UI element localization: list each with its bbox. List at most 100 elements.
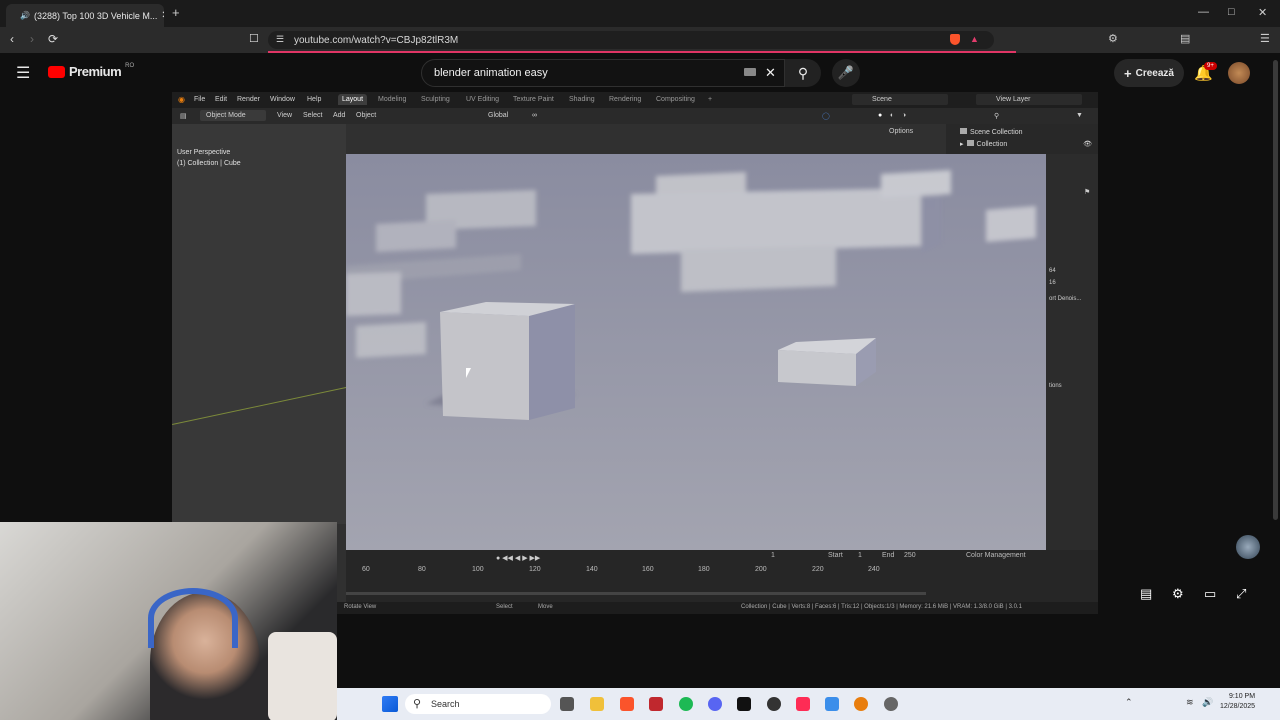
back-icon[interactable]: ‹ [10, 32, 14, 46]
window-close-icon[interactable]: ✕ [1258, 6, 1267, 19]
rendered-shading-icon[interactable]: ◑ [902, 112, 906, 119]
address-bar[interactable]: ☰ youtube.com/watch?v=CBJp82tlR3M ▲ [268, 31, 994, 49]
tab-close-icon[interactable]: ✕ [161, 10, 164, 21]
end-frame[interactable]: 250 [904, 552, 916, 559]
task-view-icon[interactable] [560, 697, 574, 711]
solid-shading-icon[interactable]: ● [878, 112, 882, 119]
small-box[interactable] [778, 338, 876, 386]
brave-shield-icon[interactable] [950, 34, 960, 45]
outliner-search-icon[interactable]: ⚲ [994, 112, 999, 120]
timeline[interactable]: ● ◀◀ ◀ ▶ ▶▶ 1 Start 1 End 250 Color Mana… [346, 550, 1098, 604]
color-management-label[interactable]: Color Management [966, 552, 1026, 559]
extensions-icon[interactable]: ⚙ [1108, 32, 1118, 45]
current-frame[interactable]: 1 [771, 552, 775, 559]
brave-browser-icon[interactable] [620, 697, 634, 711]
scene-selector[interactable]: Scene [852, 94, 948, 105]
filter-icon[interactable]: ▼ [1076, 112, 1083, 119]
file-explorer-icon[interactable] [590, 697, 604, 711]
reload-icon[interactable]: ⟳ [48, 32, 58, 46]
taskbar-search[interactable]: ⚲ Search [405, 694, 551, 714]
fullscreen-icon[interactable]: ⤢ [1236, 586, 1246, 602]
transform-orientation-dropdown[interactable]: Global [474, 112, 508, 119]
viewport-background[interactable] [172, 124, 368, 524]
forward-icon[interactable]: › [30, 32, 34, 46]
browser-tab[interactable]: 🔊 (3288) Top 100 3D Vehicle M... ✕ [6, 4, 164, 27]
options-button[interactable]: Options [889, 128, 913, 135]
volume-icon[interactable]: 🔊 [1202, 697, 1213, 708]
keyboard-icon[interactable] [744, 68, 756, 76]
new-tab-icon[interactable]: + [172, 5, 180, 20]
voice-search-button[interactable]: 🎤 [832, 59, 860, 87]
workspace-tab-uv-editing[interactable]: UV Editing [466, 96, 499, 103]
snap-icon[interactable]: ∞ [532, 112, 537, 119]
blender-logo-icon[interactable]: ◉ [178, 95, 185, 104]
hamburger-menu-icon[interactable]: ☰ [16, 63, 30, 83]
tiktok-icon[interactable] [796, 697, 810, 711]
brave-rewards-icon[interactable]: ▲ [970, 34, 979, 44]
workspace-tab-sculpting[interactable]: Sculpting [421, 96, 450, 103]
bookmark-icon[interactable]: ☐ [249, 32, 259, 45]
timeline-scrollbar[interactable] [346, 592, 926, 595]
menu-icon[interactable]: ☰ [1260, 32, 1270, 45]
subtitles-icon[interactable]: ▤ [1140, 586, 1152, 602]
view-layer-selector[interactable]: View Layer [976, 94, 1082, 105]
outliner-panel: Scene Collection ▸ Collection 👁 [946, 124, 1098, 154]
add-workspace-icon[interactable]: + [708, 96, 712, 103]
material-shading-icon[interactable]: ◐ [890, 112, 894, 119]
settings-gear-icon[interactable]: ⚙ [1172, 586, 1184, 602]
notepad-icon[interactable] [825, 697, 839, 711]
davinci-icon[interactable] [767, 697, 781, 711]
page-scrollbar[interactable] [1273, 60, 1278, 520]
header-menu-object[interactable]: Object [356, 112, 376, 119]
menu-render[interactable]: Render [237, 96, 260, 103]
selected-cube[interactable] [440, 302, 575, 420]
menu-window[interactable]: Window [270, 96, 295, 103]
start-button-icon[interactable] [382, 696, 398, 712]
maximize-icon[interactable]: □ [1228, 6, 1235, 18]
speaker-icon[interactable]: 🔊 [20, 11, 30, 20]
discord-icon[interactable] [708, 697, 722, 711]
theater-mode-icon[interactable]: ▭ [1204, 586, 1216, 602]
minimize-icon[interactable]: — [1198, 6, 1209, 18]
site-info-icon[interactable]: ☰ [276, 34, 284, 45]
menu-help[interactable]: Help [307, 96, 321, 103]
spotify-icon[interactable] [679, 697, 693, 711]
outliner-collection[interactable]: ▸ Collection 👁 [960, 140, 1096, 148]
avatar[interactable] [1228, 62, 1250, 84]
workspace-tab-layout[interactable]: Layout [338, 94, 368, 105]
header-menu-view[interactable]: View [277, 112, 292, 119]
create-button[interactable]: + Creează [1114, 59, 1184, 87]
capcut-icon[interactable] [737, 697, 751, 711]
overlay-icon[interactable]: ◯ [822, 112, 830, 120]
workspace-tab-shading[interactable]: Shading [569, 96, 595, 103]
header-menu-add[interactable]: Add [333, 112, 345, 119]
outliner-scene-collection[interactable]: Scene Collection [960, 128, 1023, 136]
tray-chevron-icon[interactable]: ⌃ [1125, 697, 1133, 708]
search-button[interactable]: ⚲ [785, 59, 821, 87]
menu-edit[interactable]: Edit [215, 96, 227, 103]
workspace-tab-rendering[interactable]: Rendering [609, 96, 641, 103]
visibility-eye-icon[interactable]: 👁 [1083, 140, 1092, 148]
blender-app-icon[interactable] [854, 697, 868, 711]
workspace-tab-compositing[interactable]: Compositing [656, 96, 695, 103]
editor-type-icon[interactable]: ▤ [180, 112, 187, 120]
taskbar-clock[interactable]: 9:10 PM 12/28/2025 [1220, 692, 1255, 712]
workspace-tab-texture-paint[interactable]: Texture Paint [513, 96, 554, 103]
youtube-logo[interactable]: Premium RO [48, 63, 134, 79]
expand-arrow-icon[interactable]: ▸ [960, 141, 964, 148]
pin-icon[interactable]: ⚑ [1084, 188, 1090, 196]
rendered-preview[interactable] [346, 154, 1046, 550]
search-input[interactable]: blender animation easy ✕ [421, 59, 785, 87]
menu-file[interactable]: File [194, 96, 205, 103]
object-mode-dropdown[interactable]: Object Mode [200, 110, 266, 121]
start-frame[interactable]: 1 [858, 552, 862, 559]
app-icon[interactable] [649, 697, 663, 711]
sidebar-icon[interactable]: ▤ [1180, 32, 1190, 45]
clock-app-icon[interactable] [884, 697, 898, 711]
wifi-icon[interactable]: ≋ [1186, 697, 1194, 708]
clear-search-icon[interactable]: ✕ [765, 65, 776, 81]
header-menu-select[interactable]: Select [303, 112, 322, 119]
workspace-tab-modeling[interactable]: Modeling [378, 96, 406, 103]
channel-watermark-avatar[interactable] [1236, 535, 1260, 559]
clock-time: 9:10 PM [1228, 693, 1256, 700]
